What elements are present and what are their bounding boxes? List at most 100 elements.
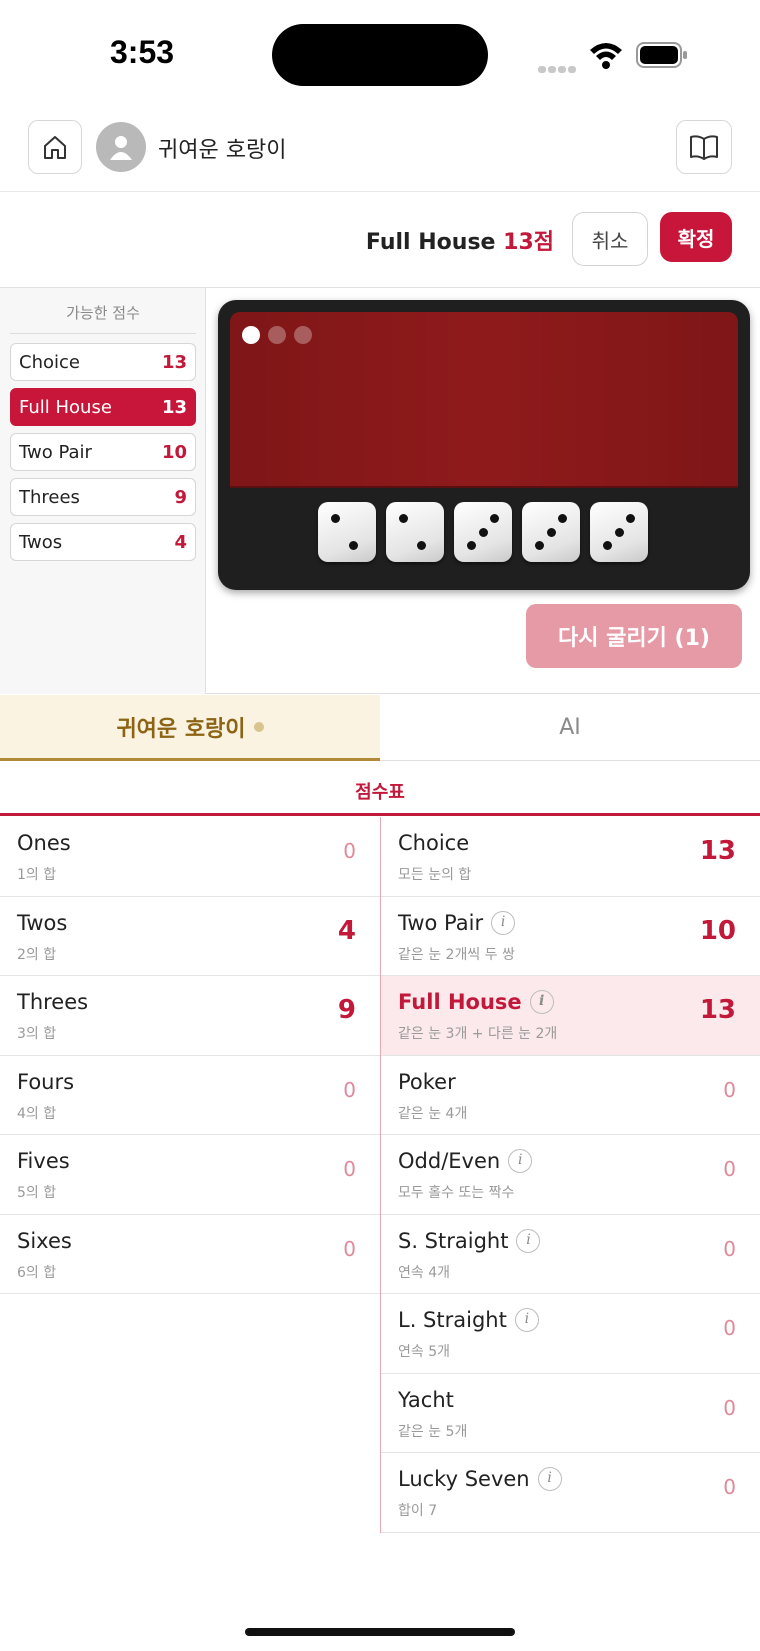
score-row-label: Lucky Seven: [398, 1467, 530, 1491]
scorecard-lower-section: Choice 모든 눈의 합 13 Two Pair i 같은 눈 2개씩 두 쌍 10 Fu…: [380, 817, 760, 1533]
score-row[interactable]: Twos 2의 합 4: [0, 897, 380, 976]
score-row[interactable]: Lucky Seven i 합이 7 0: [381, 1453, 760, 1533]
tab-ai[interactable]: AI: [380, 695, 760, 761]
die-pip: [602, 540, 612, 550]
score-row[interactable]: Fours 4의 합 0: [0, 1056, 380, 1135]
score-row-label: Twos: [17, 910, 68, 935]
die[interactable]: [454, 502, 512, 562]
dice-felt: [230, 312, 738, 488]
possible-score-label: Full House: [19, 396, 112, 418]
page-indicator-dot: [268, 326, 286, 344]
die-pip: [558, 514, 568, 524]
info-icon[interactable]: i: [491, 910, 516, 935]
score-row-description: 연속 5개: [398, 1344, 450, 1360]
score-row-name: Ones: [17, 831, 71, 855]
possible-score-label: Threes: [19, 486, 80, 508]
score-row-description: 같은 눈 2개씩 두 쌍: [398, 946, 515, 963]
score-row[interactable]: Choice 모든 눈의 합 13: [381, 817, 760, 897]
score-row[interactable]: Ones 1의 합 0: [0, 817, 380, 897]
possible-score-label: Twos: [19, 531, 63, 553]
score-row-label: Fives: [17, 1149, 70, 1173]
home-icon: [44, 136, 66, 159]
score-row-description: 1의 합: [17, 867, 57, 883]
possible-score-value: 9: [174, 486, 187, 508]
score-row-value: 0: [343, 1236, 356, 1261]
selected-points: 13점: [503, 230, 554, 255]
score-row-description: 모든 눈의 합: [398, 867, 472, 883]
score-row-label: Yacht: [398, 1387, 454, 1412]
die-pip: [626, 514, 636, 524]
score-row-value: 0: [723, 1236, 736, 1261]
info-icon[interactable]: i: [529, 990, 554, 1014]
score-row-description: 모두 홀수 또는 짝수: [398, 1185, 515, 1201]
die[interactable]: [522, 502, 580, 562]
tab-player-label: 귀여운 호랑이: [116, 716, 246, 742]
score-row-label: Threes: [17, 990, 89, 1014]
scorecard-header: 점수표: [0, 768, 760, 816]
score-row-value: 4: [337, 915, 356, 946]
score-row[interactable]: Yacht 같은 눈 5개 0: [381, 1374, 760, 1453]
info-icon[interactable]: i: [516, 1228, 541, 1253]
avatar: [96, 122, 146, 172]
tab-player[interactable]: 귀여운 호랑이: [0, 695, 380, 761]
score-row[interactable]: L. Straight i 연속 5개 0: [381, 1294, 760, 1374]
possible-score-value: 4: [174, 531, 187, 553]
score-row[interactable]: S. Straight i 연속 4개 0: [381, 1215, 760, 1294]
tab-ai-label: AI: [559, 715, 581, 740]
app-header: 귀여운 호랑이: [0, 110, 760, 192]
score-row[interactable]: Fives 5의 합 0: [0, 1135, 380, 1215]
score-row-value: 0: [723, 1077, 736, 1102]
page-indicator-dot: [242, 326, 260, 344]
score-row-name: Full House i: [398, 990, 554, 1014]
possible-scores-panel: 가능한 점수 Choice 13 Full House 13 Two Pair 10 Thr…: [0, 288, 206, 694]
score-row-name: Choice: [398, 831, 469, 855]
score-row-description: 4의 합: [17, 1105, 57, 1122]
die-pip: [466, 540, 476, 550]
score-row-label: Two Pair: [398, 910, 484, 935]
possible-score-value: 13: [161, 396, 187, 418]
score-row-name: Threes: [17, 990, 88, 1014]
reroll-button[interactable]: 다시 굴리기 (1): [526, 604, 742, 668]
score-row[interactable]: Two Pair i 같은 눈 2개씩 두 쌍 10: [381, 897, 760, 976]
score-row-value: 0: [723, 1316, 736, 1340]
score-row[interactable]: Poker 같은 눈 4개 0: [381, 1056, 760, 1135]
die-pip: [534, 540, 544, 550]
score-row-name: Lucky Seven i: [398, 1467, 562, 1491]
rules-book-button[interactable]: [676, 120, 732, 174]
info-icon[interactable]: i: [537, 1467, 562, 1491]
score-row-description: 3의 합: [17, 1026, 57, 1042]
score-row[interactable]: Threes 3의 합 9: [0, 976, 380, 1056]
info-icon[interactable]: i: [508, 1149, 533, 1173]
possible-score-label: Two Pair: [19, 441, 92, 463]
home-button[interactable]: [28, 120, 82, 174]
possible-score-item[interactable]: Twos 4: [10, 523, 196, 561]
page-indicator-dot: [294, 326, 312, 344]
possible-scores-list: Choice 13 Full House 13 Two Pair 10 Threes 9 Two…: [10, 343, 196, 568]
score-row[interactable]: Sixes 6의 합 0: [0, 1215, 380, 1294]
status-time: 3:53: [110, 34, 175, 70]
die[interactable]: [590, 502, 648, 562]
info-icon[interactable]: i: [514, 1308, 539, 1332]
cancel-button[interactable]: 취소: [572, 212, 648, 266]
game-area: 가능한 점수 Choice 13 Full House 13 Two Pair 10 Thr…: [0, 288, 760, 694]
die-pip: [614, 527, 624, 537]
score-row-description: 2의 합: [17, 946, 57, 963]
score-row-label: Odd/Even: [398, 1149, 501, 1173]
possible-score-item[interactable]: Choice 13: [10, 343, 196, 381]
score-row-name: Two Pair i: [398, 910, 516, 935]
possible-score-item[interactable]: Threes 9: [10, 478, 196, 516]
confirm-button[interactable]: 확정: [660, 212, 732, 262]
score-row[interactable]: Full House i 같은 눈 3개 + 다른 눈 2개 13: [381, 976, 760, 1056]
score-row-description: 같은 눈 3개 + 다른 눈 2개: [398, 1026, 558, 1042]
score-row-value: 0: [343, 839, 356, 863]
score-row[interactable]: Odd/Even i 모두 홀수 또는 짝수 0: [381, 1135, 760, 1215]
die[interactable]: [386, 502, 444, 562]
die[interactable]: [318, 502, 376, 562]
battery-icon: [636, 42, 688, 68]
player-tabs: 귀여운 호랑이 AI: [0, 695, 760, 763]
score-row-description: 5의 합: [17, 1185, 57, 1201]
cellular-signal-icon: [538, 58, 578, 73]
possible-score-item[interactable]: Full House 13: [10, 388, 196, 426]
possible-score-item[interactable]: Two Pair 10: [10, 433, 196, 471]
die-pip: [330, 514, 340, 524]
